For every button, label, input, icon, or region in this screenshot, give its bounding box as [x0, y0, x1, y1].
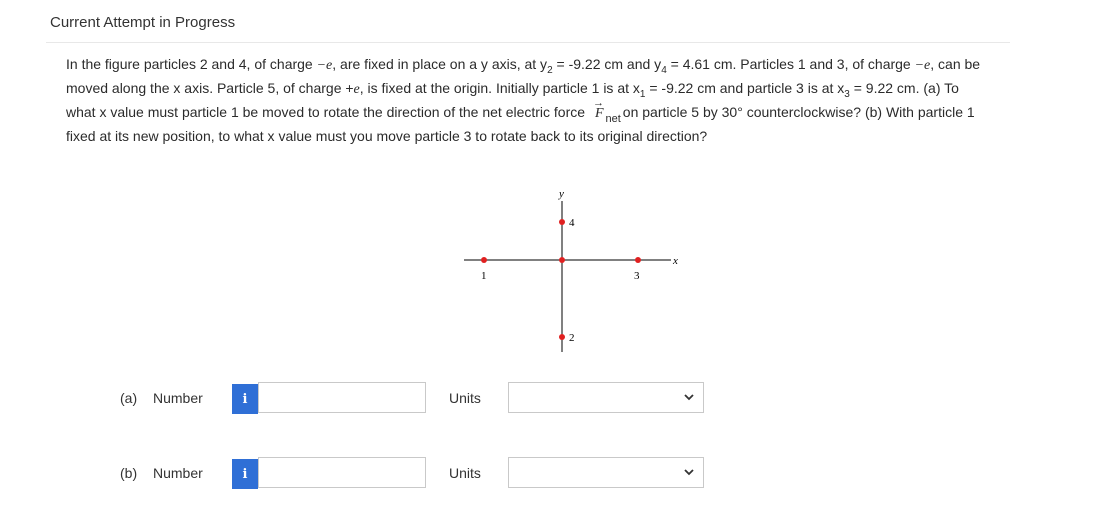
particle-1 [481, 257, 487, 263]
part-b-label: (b) [120, 465, 138, 481]
number-label-b: Number [153, 465, 203, 481]
chevron-down-icon [684, 394, 694, 401]
particle-4-label: 4 [569, 217, 575, 229]
particle-figure: y x 1 3 4 2 [464, 188, 678, 352]
answer-row-b: (b) Number i Units [120, 457, 720, 491]
answer-row-a: (a) Number i Units [120, 382, 720, 416]
particle-1-label: 1 [481, 270, 487, 282]
units-label-b: Units [449, 465, 481, 481]
y-axis-label: y [558, 188, 564, 200]
particle-5-origin [559, 257, 565, 263]
number-input-b[interactable] [258, 457, 426, 488]
x-axis-label: x [672, 255, 678, 267]
units-select-b[interactable] [508, 457, 704, 488]
question-text: In the figure particles 2 and 4, of char… [66, 53, 986, 147]
number-label-a: Number [153, 390, 203, 406]
question-card: Current Attempt in Progress In the figur… [46, 0, 1010, 510]
particle-2-label: 2 [569, 332, 575, 344]
units-label-a: Units [449, 390, 481, 406]
particle-2 [559, 334, 565, 340]
info-button-a[interactable]: i [232, 384, 258, 414]
particle-3 [635, 257, 641, 263]
chevron-down-icon [684, 469, 694, 476]
number-input-a[interactable] [258, 382, 426, 413]
units-select-a[interactable] [508, 382, 704, 413]
part-a-label: (a) [120, 390, 138, 406]
particle-3-label: 3 [634, 270, 640, 282]
info-button-b[interactable]: i [232, 459, 258, 489]
attempt-header: Current Attempt in Progress [50, 14, 236, 31]
particle-4 [559, 219, 565, 225]
header-divider [46, 42, 1010, 43]
force-vector-symbol: F [593, 92, 606, 125]
